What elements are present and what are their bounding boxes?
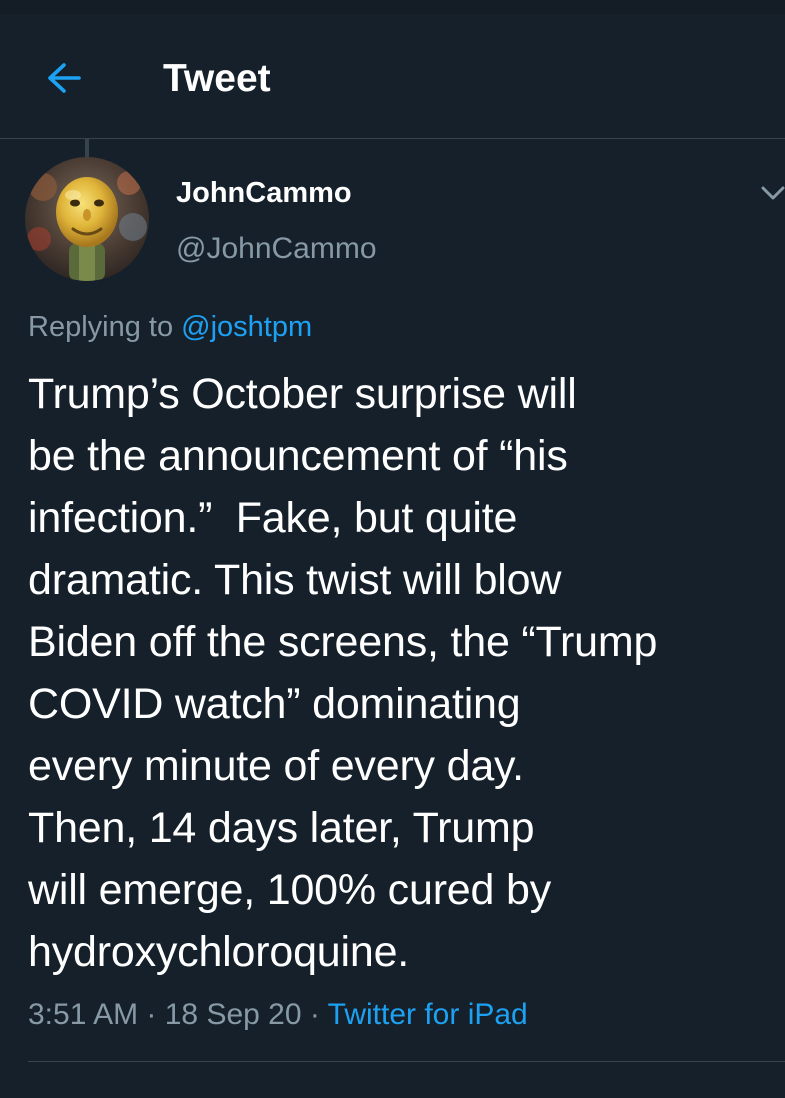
- meta-separator: ·: [301, 998, 328, 1031]
- tweet-time: 3:51 AM: [28, 998, 139, 1031]
- tweet-text-line: Biden off the screens, the “Trump: [28, 618, 658, 666]
- tweet-metadata: 3:51 AM · 18 Sep 20 · Twitter for iPad: [28, 996, 528, 1034]
- tweet-source-link[interactable]: Twitter for iPad: [328, 998, 528, 1031]
- tweet-text-line: COVID watch” dominating: [28, 680, 521, 728]
- author-handle[interactable]: @JohnCammo: [176, 231, 377, 267]
- replying-to-handle-link[interactable]: @joshtpm: [181, 311, 312, 343]
- tweet-text-line: Then, 14 days later, Trump: [28, 804, 535, 852]
- author-display-name[interactable]: JohnCammo: [176, 175, 352, 211]
- avatar-image: [25, 157, 149, 281]
- tweet-text-line: will emerge, 100% cured by: [28, 866, 551, 914]
- thread-connector-line: [85, 139, 89, 159]
- back-button[interactable]: [36, 52, 92, 104]
- divider: [28, 1061, 785, 1062]
- avatar[interactable]: [25, 157, 149, 281]
- replying-to-label: Replying to: [28, 311, 182, 343]
- tweet-text-line: be the announcement of “his: [28, 432, 568, 480]
- arrow-left-icon: [48, 63, 81, 93]
- tweet-text-line: infection.” Fake, but quite: [28, 494, 518, 542]
- tweet-text-line: Trump’s October surprise will: [28, 370, 577, 418]
- tweet-text: Trump’s October surprise will be the ann…: [28, 363, 778, 983]
- page-header: Tweet: [0, 0, 785, 139]
- tweet-text-line: dramatic. This twist will blow: [28, 556, 562, 604]
- meta-separator: ·: [138, 998, 165, 1031]
- chevron-down-icon[interactable]: [750, 172, 785, 212]
- tweet-text-line: hydroxychloroquine.: [28, 928, 410, 976]
- tweet-date: 18 Sep 20: [164, 998, 302, 1031]
- page-title: Tweet: [163, 57, 271, 100]
- tweet-text-line: every minute of every day.: [28, 742, 524, 790]
- replying-to: Replying to @joshtpm: [28, 309, 312, 345]
